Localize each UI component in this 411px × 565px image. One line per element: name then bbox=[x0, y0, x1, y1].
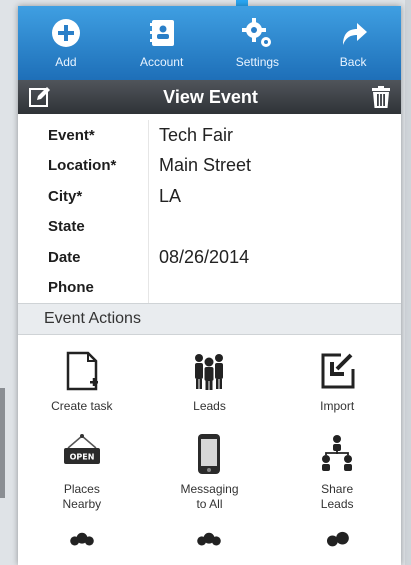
create-task-label: Create task bbox=[51, 399, 113, 413]
places-nearby-label: Places Nearby bbox=[62, 482, 102, 511]
plus-circle-icon bbox=[51, 19, 80, 47]
city-label: City* bbox=[48, 187, 83, 205]
state-value bbox=[148, 211, 159, 242]
date-value: 08/26/2014 bbox=[148, 242, 249, 273]
import-button[interactable]: Import bbox=[273, 349, 401, 414]
group-icon bbox=[197, 532, 222, 546]
back-label: Back bbox=[339, 55, 367, 69]
people-icon bbox=[195, 354, 224, 390]
detail-row-phone: Phone bbox=[48, 272, 401, 303]
places-nearby-button[interactable]: OPEN Places Nearby bbox=[18, 432, 146, 512]
settings-button[interactable]: Settings bbox=[210, 6, 306, 80]
import-label: Import bbox=[320, 399, 355, 413]
group-icon bbox=[70, 532, 94, 546]
import-icon bbox=[321, 353, 355, 389]
top-toolbar: Add Account Settings Back bbox=[18, 6, 401, 80]
back-arrow-icon bbox=[343, 23, 368, 45]
app-screen: Add Account Settings Back View Event Eve… bbox=[18, 6, 401, 565]
chat-icon bbox=[327, 531, 349, 547]
section-header: Event Actions bbox=[18, 303, 401, 335]
share-leads-label: Share Leads bbox=[320, 482, 354, 511]
add-button[interactable]: Add bbox=[18, 6, 114, 80]
phone-icon bbox=[198, 434, 221, 474]
partial-action-3[interactable] bbox=[273, 530, 401, 565]
detail-row-location: Location* Main Street bbox=[48, 150, 401, 181]
partial-action-1[interactable] bbox=[18, 530, 146, 565]
gear-icon bbox=[242, 18, 272, 47]
event-label: Event* bbox=[48, 126, 95, 144]
open-sign-icon: OPEN bbox=[63, 434, 100, 464]
account-label: Account bbox=[139, 55, 184, 69]
messaging-to-all-button[interactable]: Messaging to All bbox=[146, 432, 274, 512]
partial-action-2[interactable] bbox=[146, 530, 274, 565]
location-label: Location* bbox=[48, 157, 117, 175]
page-title: View Event bbox=[163, 86, 258, 107]
state-label: State bbox=[48, 218, 85, 236]
location-value: Main Street bbox=[148, 150, 251, 181]
create-task-button[interactable]: Create task bbox=[18, 349, 146, 414]
leads-label: Leads bbox=[193, 399, 226, 413]
detail-row-state: State bbox=[48, 211, 401, 242]
detail-row-date: Date 08/26/2014 bbox=[48, 242, 401, 273]
share-leads-button[interactable]: Share Leads bbox=[273, 432, 401, 512]
new-document-icon bbox=[66, 351, 98, 391]
actions-grid: Create task Leads Import OPEN Places Nea… bbox=[18, 335, 401, 565]
trash-icon[interactable] bbox=[369, 85, 393, 109]
address-book-icon bbox=[149, 20, 174, 46]
share-network-icon bbox=[322, 435, 353, 471]
edit-icon[interactable] bbox=[28, 85, 52, 109]
svg-text:OPEN: OPEN bbox=[69, 453, 94, 462]
settings-label: Settings bbox=[235, 55, 280, 69]
background-edge bbox=[0, 388, 5, 498]
background-edge-right bbox=[405, 0, 411, 565]
detail-row-city: City* LA bbox=[48, 181, 401, 212]
phone-label: Phone bbox=[48, 279, 94, 297]
back-button[interactable]: Back bbox=[305, 6, 401, 80]
event-value: Tech Fair bbox=[148, 120, 233, 151]
phone-value bbox=[148, 272, 159, 303]
leads-button[interactable]: Leads bbox=[146, 349, 274, 414]
messaging-to-all-label: Messaging to All bbox=[180, 482, 239, 511]
city-value: LA bbox=[148, 181, 181, 212]
account-button[interactable]: Account bbox=[114, 6, 210, 80]
add-label: Add bbox=[55, 55, 77, 69]
title-bar: View Event bbox=[18, 80, 401, 114]
detail-row-event: Event* Tech Fair bbox=[48, 120, 401, 151]
date-label: Date bbox=[48, 248, 81, 266]
event-details: Event* Tech Fair Location* Main Street C… bbox=[18, 114, 401, 303]
